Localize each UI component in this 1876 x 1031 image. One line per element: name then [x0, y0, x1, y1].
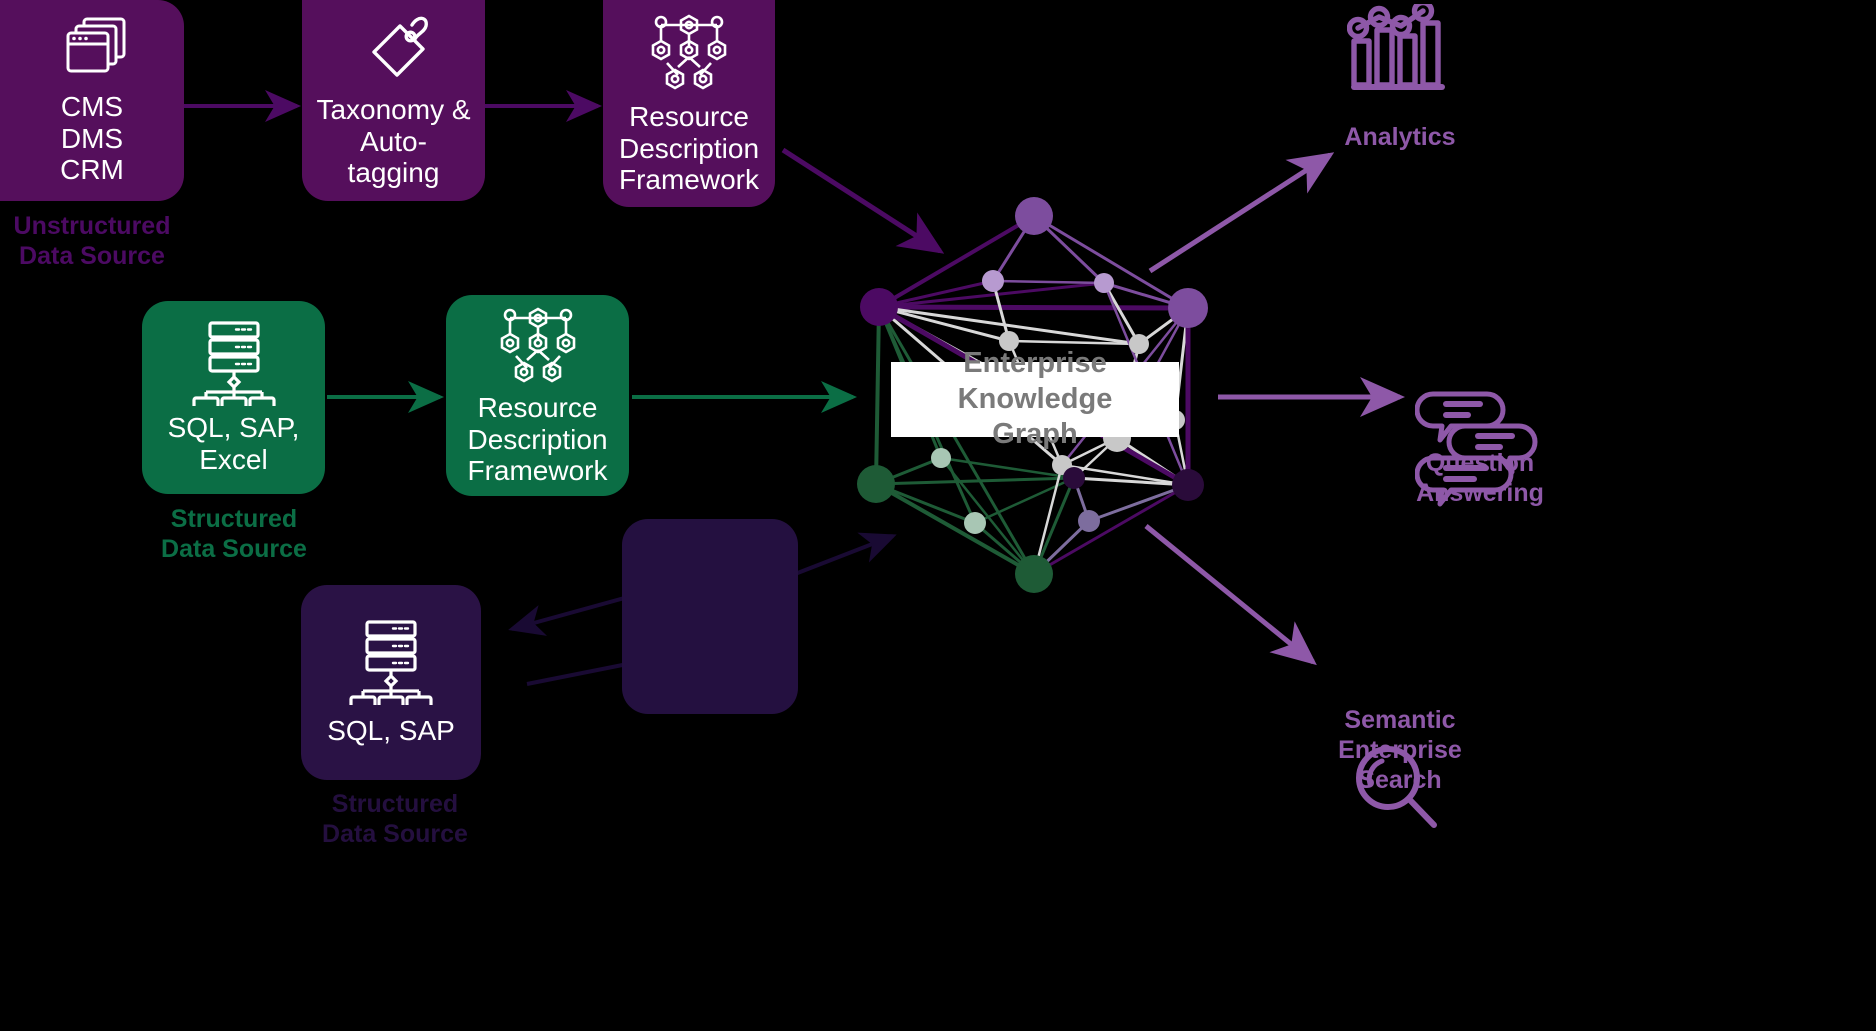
graph-node[interactable] [1015, 197, 1053, 235]
caption-structured-data-source: Structured Data Source [161, 505, 307, 563]
output-label-question-answering: Question Answering [1416, 449, 1544, 507]
output-label-analytics: Analytics [1344, 123, 1456, 151]
graph-node[interactable] [1015, 555, 1053, 593]
graph-edge [874, 482, 1036, 576]
graph-edge [991, 279, 1011, 343]
box-sql-sap-excel-label: SQL, SAP, Excel [167, 412, 300, 475]
graph-edge [1072, 476, 1091, 523]
box-sql-sap-excel[interactable]: SQL, SAP, Excel [142, 301, 325, 494]
output-label-semantic-enterprise-search: Semantic Enterprise Search [1338, 706, 1462, 794]
graph-edge [991, 214, 1036, 283]
box-rdf-top-label: Resource Description Framework [618, 101, 760, 196]
graph-edge [973, 476, 1076, 525]
graph-edge [877, 281, 1106, 309]
graph-edge [1032, 519, 1091, 576]
database-hierarchy-icon [341, 619, 441, 705]
graph-node[interactable] [982, 270, 1004, 292]
box-taxonomy-autotagging[interactable]: Taxonomy & Auto- tagging [302, 0, 485, 201]
diagram-canvas: CMS DMS CRM Unstructured Data Source Tax… [0, 0, 1876, 1031]
graph-node[interactable] [1094, 273, 1114, 293]
graph-edge [874, 482, 977, 525]
box-cms-label: CMS DMS CRM [60, 91, 124, 186]
graph-edge [1032, 214, 1106, 285]
windows-stack-icon [56, 15, 128, 81]
rdf-hexagon-graph-icon [493, 304, 583, 390]
graph-edge [877, 305, 1141, 346]
arrow-graph-to-semantic-search [1144, 524, 1317, 666]
tag-icon [357, 12, 431, 88]
graph-edge [939, 456, 1036, 576]
knowledge-graph-title: Enterprise Knowledge Graph [891, 347, 1179, 450]
bar-chart-line-icon [1347, 4, 1453, 122]
database-hierarchy-icon [184, 320, 284, 407]
box-sql-sap-label: SQL, SAP [327, 714, 455, 746]
caption-unstructured-data-source: Unstructured Data Source [13, 212, 171, 270]
graph-edge [1060, 463, 1076, 480]
box-cms-dms-crm[interactable]: CMS DMS CRM [0, 0, 184, 201]
graph-edge [874, 456, 943, 486]
graph-node[interactable] [857, 465, 895, 503]
graph-node[interactable] [1172, 469, 1204, 501]
box-taxonomy-label: Taxonomy & Auto- tagging [316, 94, 471, 189]
graph-edge [1072, 476, 1190, 487]
box-hidden-panel[interactable] [622, 519, 798, 714]
box-sql-sap[interactable]: SQL, SAP [301, 585, 481, 780]
graph-edge [1032, 476, 1076, 576]
graph-edge [1102, 281, 1190, 310]
graph-edge [1007, 339, 1141, 346]
graph-node[interactable] [1063, 467, 1085, 489]
graph-node[interactable] [964, 512, 986, 534]
caption-structured-data-source-bottom: Structured Data Source [322, 790, 468, 848]
graph-edge [1032, 483, 1190, 576]
graph-edge [1032, 214, 1190, 310]
graph-edge [874, 305, 881, 486]
graph-edge [973, 521, 1036, 576]
graph-edge [1060, 463, 1190, 487]
graph-edge [877, 214, 1036, 309]
graph-edge [1137, 306, 1190, 346]
graph-edge [939, 456, 1076, 480]
box-rdf-mid-label: Resource Description Framework [467, 392, 608, 487]
graph-node[interactable] [1078, 510, 1100, 532]
graph-edge [1032, 463, 1064, 576]
arrow-hidden-to-graph [794, 532, 897, 576]
graph-edge [991, 279, 1106, 285]
graph-edge [877, 279, 995, 309]
graph-edge [1087, 483, 1190, 523]
graph-edge [874, 476, 1076, 486]
graph-node[interactable] [1052, 455, 1072, 475]
graph-node[interactable] [860, 288, 898, 326]
arrow-graph-to-analytics [1148, 152, 1335, 274]
box-rdf-top[interactable]: Resource Description Framework [603, 0, 775, 207]
arrow-rdf-to-graph [781, 147, 945, 254]
graph-edge [1102, 281, 1141, 346]
graph-edge [877, 305, 1011, 343]
rdf-hexagon-graph-icon [644, 11, 734, 97]
graph-node[interactable] [1168, 288, 1208, 328]
box-rdf-mid[interactable]: Resource Description Framework [446, 295, 629, 496]
graph-edge [876, 304, 1191, 311]
